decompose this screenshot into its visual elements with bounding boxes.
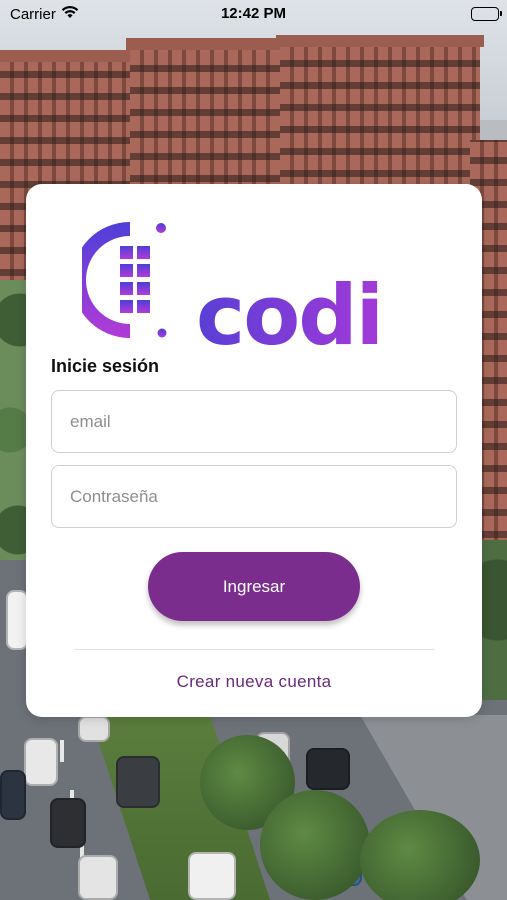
tree <box>360 810 480 900</box>
login-title: Inicie sesión <box>51 356 160 376</box>
car <box>50 798 86 848</box>
login-card: codi Inicie sesión Ingresar Crear nueva … <box>26 184 482 717</box>
divider <box>74 649 434 650</box>
clock: 12:42 PM <box>220 5 287 22</box>
car <box>0 770 26 820</box>
car <box>78 855 118 900</box>
car <box>116 756 160 808</box>
login-button[interactable]: Ingresar <box>148 552 360 621</box>
truck <box>6 590 28 650</box>
lane-marking <box>60 740 64 762</box>
codi-wordmark: codi <box>196 267 384 364</box>
codi-logo: codi <box>82 220 428 357</box>
password-field[interactable] <box>51 465 457 528</box>
codi-logo-mark <box>82 222 167 338</box>
email-field[interactable] <box>51 390 457 453</box>
car <box>24 738 58 786</box>
car <box>306 748 350 790</box>
create-account-link[interactable]: Crear nueva cuenta <box>26 672 482 692</box>
car <box>188 852 236 900</box>
car <box>78 716 110 742</box>
tree <box>260 790 370 900</box>
status-bar: Carrier 12:42 PM <box>0 0 507 30</box>
battery-full-icon <box>471 7 502 21</box>
